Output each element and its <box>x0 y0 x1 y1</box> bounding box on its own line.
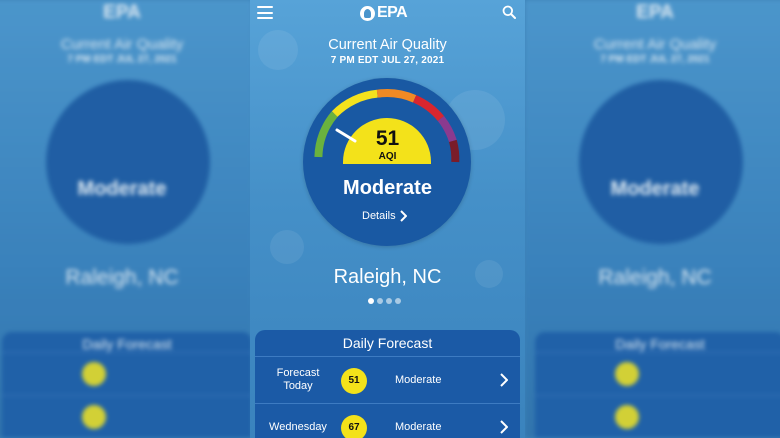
forecast-aqi-badge: 51 <box>341 368 367 394</box>
blurred-logo: EPA <box>636 2 674 23</box>
blurred-title: Current Air Quality <box>60 36 184 53</box>
background-blurred-left: EPA Current Air Quality 7 PM EDT JUL 27,… <box>0 0 252 438</box>
chevron-right-icon[interactable] <box>500 373 508 387</box>
forecast-row[interactable]: Forecast Today 51 Moderate <box>255 356 520 403</box>
blurred-gauge-circle <box>579 80 743 244</box>
forecast-row[interactable]: Wednesday 67 Moderate <box>255 403 520 438</box>
forecast-aqi-badge: 67 <box>341 415 367 438</box>
page-dot[interactable] <box>377 298 383 304</box>
page-dot[interactable] <box>386 298 392 304</box>
daily-forecast-panel: Daily Forecast Forecast Today 51 Moderat… <box>255 330 520 438</box>
chevron-right-icon <box>399 210 407 222</box>
blurred-forecast-row <box>535 395 780 438</box>
blurred-aqi-badge <box>615 362 639 386</box>
forecast-day: Forecast Today <box>276 367 320 392</box>
blurred-forecast-row <box>535 352 780 395</box>
blurred-forecast-heading: Daily Forecast <box>615 336 705 352</box>
blurred-city: Raleigh, NC <box>598 266 712 289</box>
blurred-status: Moderate <box>610 178 700 200</box>
page-title: Current Air Quality <box>328 37 447 53</box>
blurred-forecast-row <box>2 395 252 438</box>
blurred-aqi-badge <box>82 405 106 429</box>
logo-text: EPA <box>377 4 408 21</box>
search-icon[interactable] <box>502 5 516 19</box>
decorative-bubble <box>270 230 304 264</box>
gauge-arc-moderate <box>331 89 378 117</box>
blurred-title: Current Air Quality <box>593 36 717 53</box>
epa-logo[interactable]: EPA <box>360 4 408 22</box>
gauge-arc-usg <box>376 89 417 103</box>
page-dot-active[interactable] <box>368 298 374 304</box>
aqi-unit: AQI <box>378 151 397 162</box>
blurred-logo: EPA <box>103 2 141 23</box>
details-link[interactable]: Details <box>362 210 407 222</box>
forecast-heading: Daily Forecast <box>342 335 433 351</box>
blurred-forecast-panel: Daily Forecast <box>2 332 252 438</box>
epa-flower-icon <box>360 5 375 21</box>
chevron-right-icon[interactable] <box>500 420 508 434</box>
aqi-value: 51 <box>375 127 400 150</box>
blurred-date: 7 PM EDT JUL 27, 2021 <box>600 54 710 65</box>
gauge-arc-unhealthy <box>412 95 444 122</box>
blurred-gauge-circle <box>46 80 210 244</box>
page-dot[interactable] <box>395 298 401 304</box>
forecast-status: Moderate <box>395 421 442 433</box>
forecast-day: Wednesday <box>269 420 327 433</box>
page-indicator[interactable] <box>368 298 404 304</box>
blurred-forecast-heading: Daily Forecast <box>82 336 172 352</box>
aqi-status: Moderate <box>343 177 432 199</box>
blurred-city: Raleigh, NC <box>65 266 179 289</box>
top-bar: EPA <box>250 0 525 26</box>
blurred-aqi-badge <box>82 362 106 386</box>
blurred-forecast-panel: Daily Forecast <box>535 332 780 438</box>
location-name: Raleigh, NC <box>333 266 442 288</box>
blurred-status: Moderate <box>77 178 167 200</box>
details-label: Details <box>362 210 396 222</box>
observation-date: 7 PM EDT JUL 27, 2021 <box>330 55 445 66</box>
blurred-aqi-badge <box>615 405 639 429</box>
menu-icon[interactable] <box>257 6 273 19</box>
forecast-status: Moderate <box>395 374 442 386</box>
app-screen: EPA Current Air Quality 7 PM EDT JUL 27,… <box>250 0 525 438</box>
background-blurred-right: EPA Current Air Quality 7 PM EDT JUL 27,… <box>525 0 780 438</box>
blurred-forecast-row <box>2 352 252 395</box>
blurred-date: 7 PM EDT JUL 27, 2021 <box>67 54 177 65</box>
